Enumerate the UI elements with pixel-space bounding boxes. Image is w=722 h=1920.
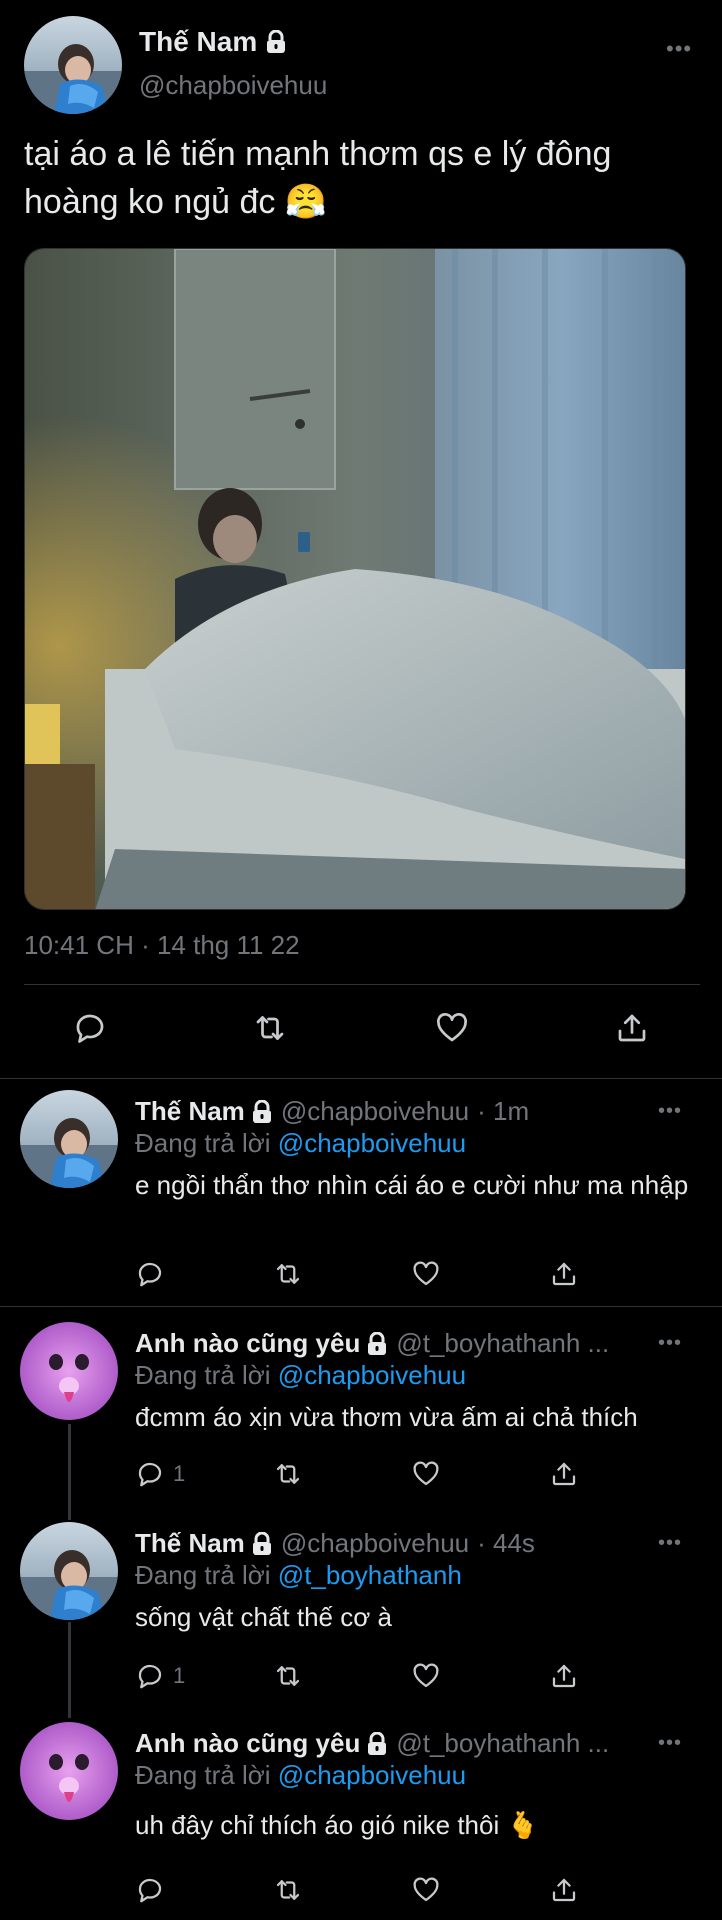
- tweet-timestamp[interactable]: 10:41 CH · 14 thg 11 22: [24, 930, 300, 961]
- more-options-icon[interactable]: •••: [666, 36, 692, 62]
- share-icon[interactable]: [549, 1658, 579, 1694]
- replying-to: Đang trả lời @chapboivehuu: [135, 1760, 466, 1791]
- reply-time[interactable]: · 44s: [477, 1528, 535, 1559]
- divider: [0, 1078, 722, 1079]
- reply-icon[interactable]: 1: [135, 1456, 185, 1492]
- reply-author-name[interactable]: Anh nào cũng yêu: [135, 1728, 388, 1759]
- author-handle[interactable]: @chapboivehuu: [139, 70, 327, 101]
- reply-avatar[interactable]: [20, 1522, 118, 1620]
- retweet-icon[interactable]: [273, 1872, 303, 1908]
- lock-icon: [267, 30, 286, 53]
- replying-to-handle[interactable]: @chapboivehuu: [278, 1760, 466, 1790]
- like-icon[interactable]: [411, 1256, 441, 1292]
- divider: [24, 984, 700, 985]
- replying-prefix: Đang trả lời: [135, 1128, 271, 1158]
- reply-count: 1: [173, 1461, 186, 1486]
- share-icon[interactable]: [549, 1256, 579, 1292]
- reply-author-name[interactable]: Thế Nam: [135, 1528, 273, 1559]
- more-options-icon[interactable]: •••: [658, 1100, 682, 1123]
- reply-text: e ngồi thẩn thơ nhìn cái áo e cười như m…: [135, 1170, 689, 1200]
- reply-icon[interactable]: [135, 1872, 173, 1908]
- more-options-icon[interactable]: •••: [658, 1332, 682, 1355]
- more-options-icon[interactable]: •••: [658, 1732, 682, 1755]
- reply-tweet[interactable]: Thế Nam @chapboivehuu · 1m ••• Đang trả …: [0, 1080, 722, 1304]
- replying-to-handle[interactable]: @t_boyhathanh: [278, 1560, 462, 1590]
- reply-icon[interactable]: [135, 1256, 173, 1292]
- reply-header: Thế Nam @chapboivehuu · 44s: [135, 1528, 535, 1559]
- divider: [0, 1306, 722, 1307]
- reply-avatar[interactable]: [20, 1322, 118, 1420]
- reply-author-name-text[interactable]: Thế Nam: [135, 1528, 245, 1559]
- reply-actions: [135, 1872, 695, 1912]
- share-icon[interactable]: [549, 1456, 579, 1492]
- replying-to-handle[interactable]: @chapboivehuu: [278, 1360, 466, 1390]
- more-options-icon[interactable]: •••: [658, 1532, 682, 1555]
- like-icon[interactable]: [411, 1456, 441, 1492]
- reply-actions: [135, 1256, 695, 1296]
- lock-icon: [252, 1531, 271, 1555]
- replying-prefix: Đang trả lời: [135, 1760, 271, 1790]
- lock-icon: [252, 1099, 271, 1123]
- reply-tweet[interactable]: Anh nào cũng yêu @t_boyhathanh ... ••• Đ…: [0, 1312, 722, 1508]
- replying-to: Đang trả lời @t_boyhathanh: [135, 1560, 462, 1591]
- reply-tweet[interactable]: Anh nào cũng yêu @t_boyhathanh ... ••• Đ…: [0, 1712, 722, 1920]
- like-icon[interactable]: [428, 1004, 476, 1052]
- author-avatar[interactable]: [24, 16, 122, 114]
- replying-to-handle[interactable]: @chapboivehuu: [278, 1128, 466, 1158]
- reply-author-name-text[interactable]: Anh nào cũng yêu: [135, 1328, 360, 1359]
- reply-count: 1: [173, 1663, 186, 1688]
- reply-tweet[interactable]: Thế Nam @chapboivehuu · 44s ••• Đang trả…: [0, 1512, 722, 1708]
- replying-to: Đang trả lời @chapboivehuu: [135, 1360, 466, 1391]
- lock-icon: [368, 1331, 387, 1355]
- retweet-icon[interactable]: [273, 1256, 303, 1292]
- retweet-icon[interactable]: [273, 1658, 303, 1694]
- author-name[interactable]: Thế Nam: [139, 26, 287, 58]
- replying-to: Đang trả lời @chapboivehuu: [135, 1128, 466, 1159]
- retweet-icon[interactable]: [246, 1004, 294, 1052]
- reply-text: sống vật chất thế cơ à: [135, 1602, 392, 1632]
- tweet-actions: [24, 1004, 700, 1060]
- lock-icon: [368, 1731, 387, 1755]
- reply-header: Anh nào cũng yêu @t_boyhathanh ...: [135, 1328, 609, 1359]
- replying-prefix: Đang trả lời: [135, 1560, 271, 1590]
- reply-author-handle[interactable]: @t_boyhathanh ...: [396, 1328, 609, 1359]
- reply-header: Anh nào cũng yêu @t_boyhathanh ...: [135, 1728, 609, 1759]
- reply-author-handle[interactable]: @t_boyhathanh ...: [396, 1728, 609, 1759]
- reply-avatar[interactable]: [20, 1722, 118, 1820]
- reply-text: uh đây chỉ thích áo gió nike thôi 🫰: [135, 1810, 539, 1840]
- tweet-text: tại áo a lê tiến mạnh thơm qs e lý đông …: [24, 135, 612, 221]
- reply-author-handle[interactable]: @chapboivehuu: [281, 1096, 469, 1127]
- share-icon[interactable]: [549, 1872, 579, 1908]
- reply-time[interactable]: · 1m: [477, 1096, 529, 1127]
- retweet-icon[interactable]: [273, 1456, 303, 1492]
- reply-author-name[interactable]: Thế Nam: [135, 1096, 273, 1127]
- reply-header: Thế Nam @chapboivehuu · 1m: [135, 1096, 529, 1127]
- reply-icon[interactable]: 1: [135, 1658, 185, 1694]
- reply-author-handle[interactable]: @chapboivehuu: [281, 1528, 469, 1559]
- reply-author-name[interactable]: Anh nào cũng yêu: [135, 1328, 388, 1359]
- reply-icon[interactable]: [66, 1004, 114, 1052]
- like-icon[interactable]: [411, 1872, 441, 1908]
- reply-author-name-text[interactable]: Thế Nam: [135, 1096, 245, 1127]
- reply-text: đcmm áo xịn vừa thơm vừa ấm ai chả thích: [135, 1402, 638, 1432]
- tweet-photo[interactable]: [24, 248, 686, 910]
- reply-actions: 1: [135, 1456, 695, 1496]
- author-name-text[interactable]: Thế Nam: [139, 26, 257, 58]
- reply-actions: 1: [135, 1658, 695, 1698]
- share-icon[interactable]: [608, 1004, 656, 1052]
- reply-avatar[interactable]: [20, 1090, 118, 1188]
- replying-prefix: Đang trả lời: [135, 1360, 271, 1390]
- like-icon[interactable]: [411, 1658, 441, 1694]
- reply-author-name-text[interactable]: Anh nào cũng yêu: [135, 1728, 360, 1759]
